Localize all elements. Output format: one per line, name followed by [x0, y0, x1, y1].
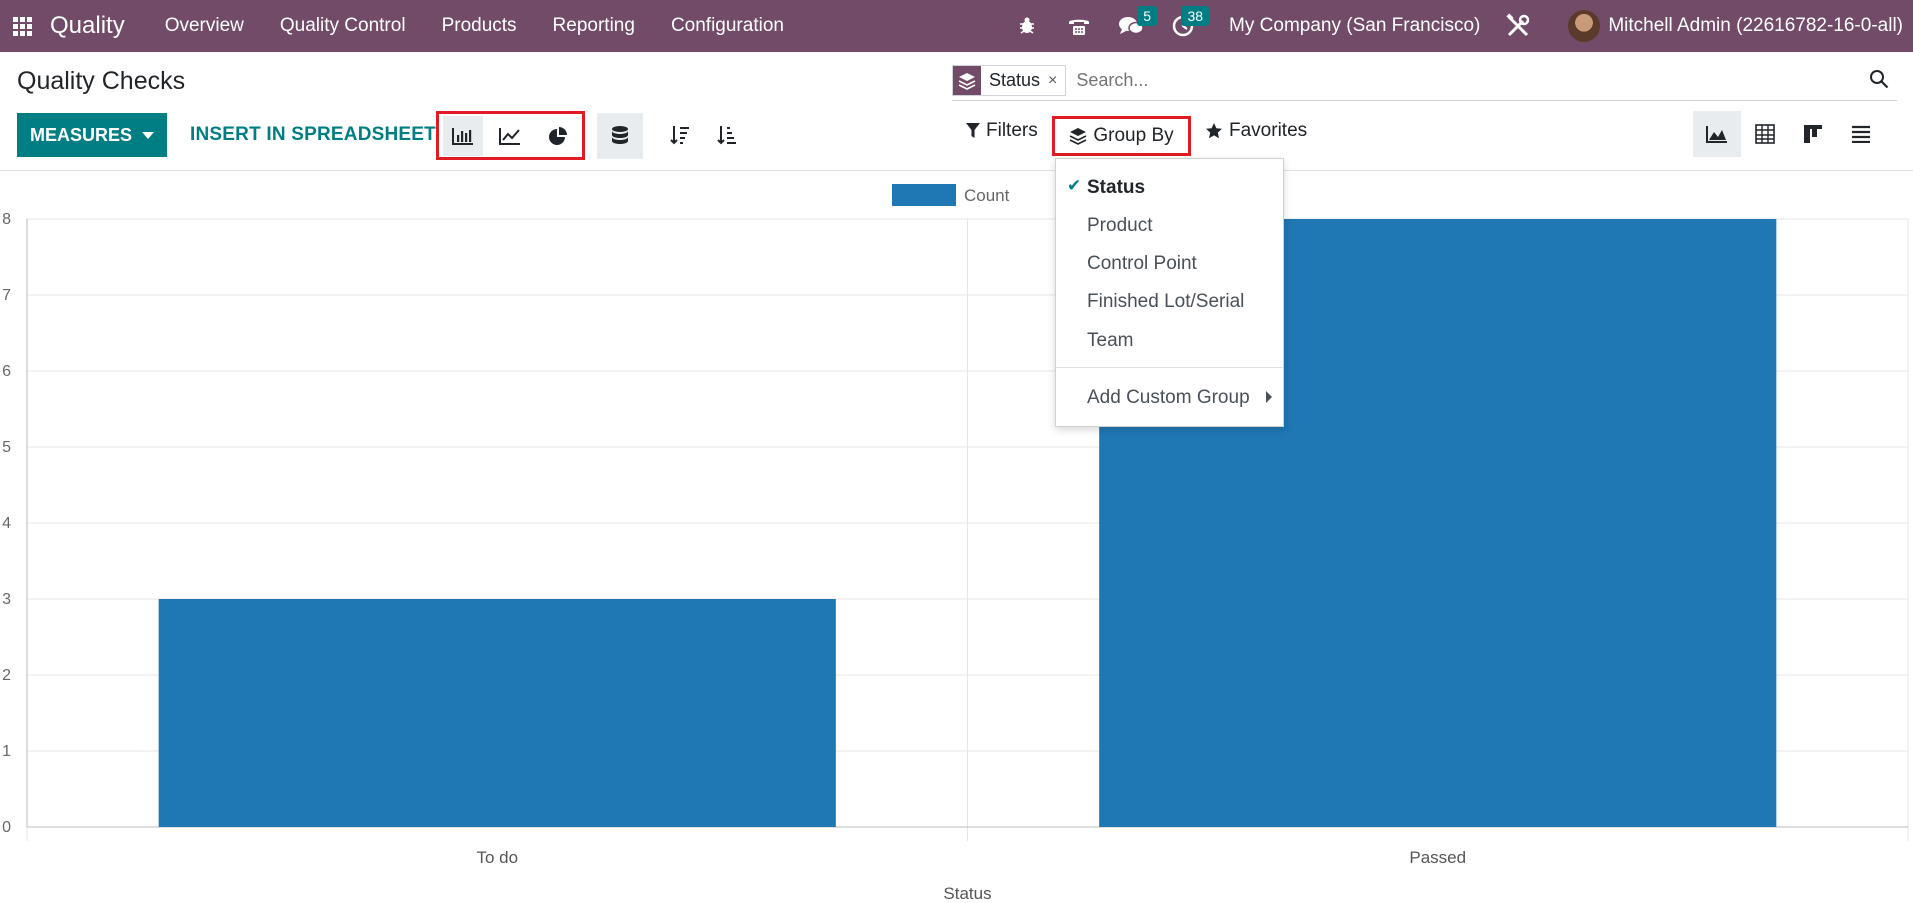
- kanban-view-icon[interactable]: [1789, 111, 1837, 157]
- y-tick-label: 0: [2, 819, 11, 836]
- x-axis-title: Status: [943, 884, 991, 903]
- caret-down-icon: [142, 131, 154, 139]
- search-facet[interactable]: Status ×: [952, 65, 1067, 96]
- groupby-option-team[interactable]: Team: [1087, 330, 1133, 352]
- user-avatar[interactable]: [1568, 10, 1601, 42]
- insert-in-spreadsheet-button[interactable]: INSERT IN SPREADSHEET: [190, 113, 436, 157]
- menu-quality-control[interactable]: Quality Control: [262, 0, 424, 52]
- phone-icon[interactable]: [1059, 0, 1099, 52]
- layers-icon: [1070, 128, 1087, 145]
- y-tick-label: 7: [2, 287, 11, 304]
- y-tick-label: 5: [2, 439, 11, 456]
- group-by-dropdown: ✔ Status Product Control Point Finished …: [1055, 158, 1284, 427]
- favorites-label: Favorites: [1229, 120, 1308, 141]
- y-tick-label: 3: [2, 591, 11, 608]
- menu-products[interactable]: Products: [424, 0, 535, 52]
- groupby-option-control-point[interactable]: Control Point: [1087, 253, 1197, 275]
- stacked-toggle-icon[interactable]: [597, 113, 643, 159]
- y-tick-label: 4: [2, 515, 11, 532]
- line-chart-icon[interactable]: [490, 116, 530, 156]
- y-tick-label: 8: [2, 211, 11, 228]
- groupby-option-label: Status: [1087, 177, 1146, 198]
- star-icon: [1206, 123, 1222, 139]
- checkmark-icon: ✔: [1067, 176, 1082, 195]
- pie-chart-icon[interactable]: [538, 116, 578, 156]
- pivot-view-icon[interactable]: [1741, 111, 1789, 157]
- app-brand[interactable]: Quality: [50, 12, 125, 40]
- debug-bug-icon[interactable]: [1007, 0, 1047, 52]
- bar-chart: 0 1 2 3 4 5 6 7 8 To do Passed Status Count: [2, 184, 1909, 903]
- groupby-option-finished-lot-serial[interactable]: Finished Lot/Serial: [1087, 291, 1244, 313]
- top-navbar: Quality Overview Quality Control Product…: [0, 0, 1913, 52]
- chart-type-group: [436, 111, 585, 160]
- activities-clock-icon[interactable]: 38: [1163, 0, 1210, 52]
- tools-icon[interactable]: [1498, 0, 1538, 52]
- group-by-button[interactable]: Group By: [1052, 116, 1191, 156]
- bar-to-do: [158, 599, 836, 827]
- bar-chart-icon[interactable]: [442, 115, 483, 156]
- menu-configuration[interactable]: Configuration: [653, 0, 802, 52]
- measures-button[interactable]: MEASURES: [17, 113, 167, 157]
- filters-button[interactable]: Filters: [966, 120, 1038, 142]
- favorites-button[interactable]: Favorites: [1205, 120, 1307, 142]
- menu-reporting[interactable]: Reporting: [535, 0, 653, 52]
- list-view-icon[interactable]: [1837, 111, 1885, 157]
- x-tick-label: To do: [476, 848, 518, 867]
- search-input[interactable]: [1076, 70, 1857, 91]
- groupby-option-status[interactable]: ✔ Status: [1067, 176, 1146, 199]
- y-tick-label: 2: [2, 667, 11, 684]
- filters-label: Filters: [986, 120, 1038, 141]
- sort-descending-icon[interactable]: [660, 115, 700, 155]
- y-tick-label: 1: [2, 743, 11, 760]
- group-by-label: Group By: [1093, 125, 1174, 146]
- sort-ascending-icon[interactable]: [707, 115, 747, 155]
- company-switcher[interactable]: My Company (San Francisco): [1229, 15, 1480, 37]
- search-icon[interactable]: [1869, 69, 1889, 94]
- menu-overview[interactable]: Overview: [147, 0, 262, 52]
- groupby-option-product[interactable]: Product: [1087, 215, 1152, 237]
- caret-right-icon: [1266, 391, 1272, 403]
- legend-label: Count: [964, 186, 1010, 205]
- search-bar: Status ×: [952, 61, 1897, 101]
- legend-swatch: [892, 184, 956, 206]
- view-switcher: [1693, 111, 1885, 157]
- filter-icon: [966, 123, 980, 138]
- measures-label: MEASURES: [29, 124, 132, 145]
- activities-badge: 38: [1181, 6, 1210, 26]
- facet-remove-icon[interactable]: ×: [1048, 72, 1057, 90]
- layers-icon: [953, 66, 981, 95]
- messages-icon[interactable]: 5: [1111, 0, 1158, 52]
- messages-badge: 5: [1137, 6, 1158, 26]
- add-custom-group[interactable]: Add Custom Group: [1087, 387, 1250, 409]
- graph-view-icon[interactable]: [1693, 111, 1741, 157]
- dropdown-divider: [1056, 367, 1283, 368]
- facet-label: Status: [989, 70, 1041, 90]
- apps-menu-icon[interactable]: [0, 0, 44, 52]
- page-title[interactable]: Quality Checks: [17, 67, 185, 96]
- x-tick-label: Passed: [1409, 848, 1466, 867]
- y-tick-label: 6: [2, 363, 11, 380]
- user-menu[interactable]: Mitchell Admin (22616782-16-0-all): [1608, 15, 1903, 37]
